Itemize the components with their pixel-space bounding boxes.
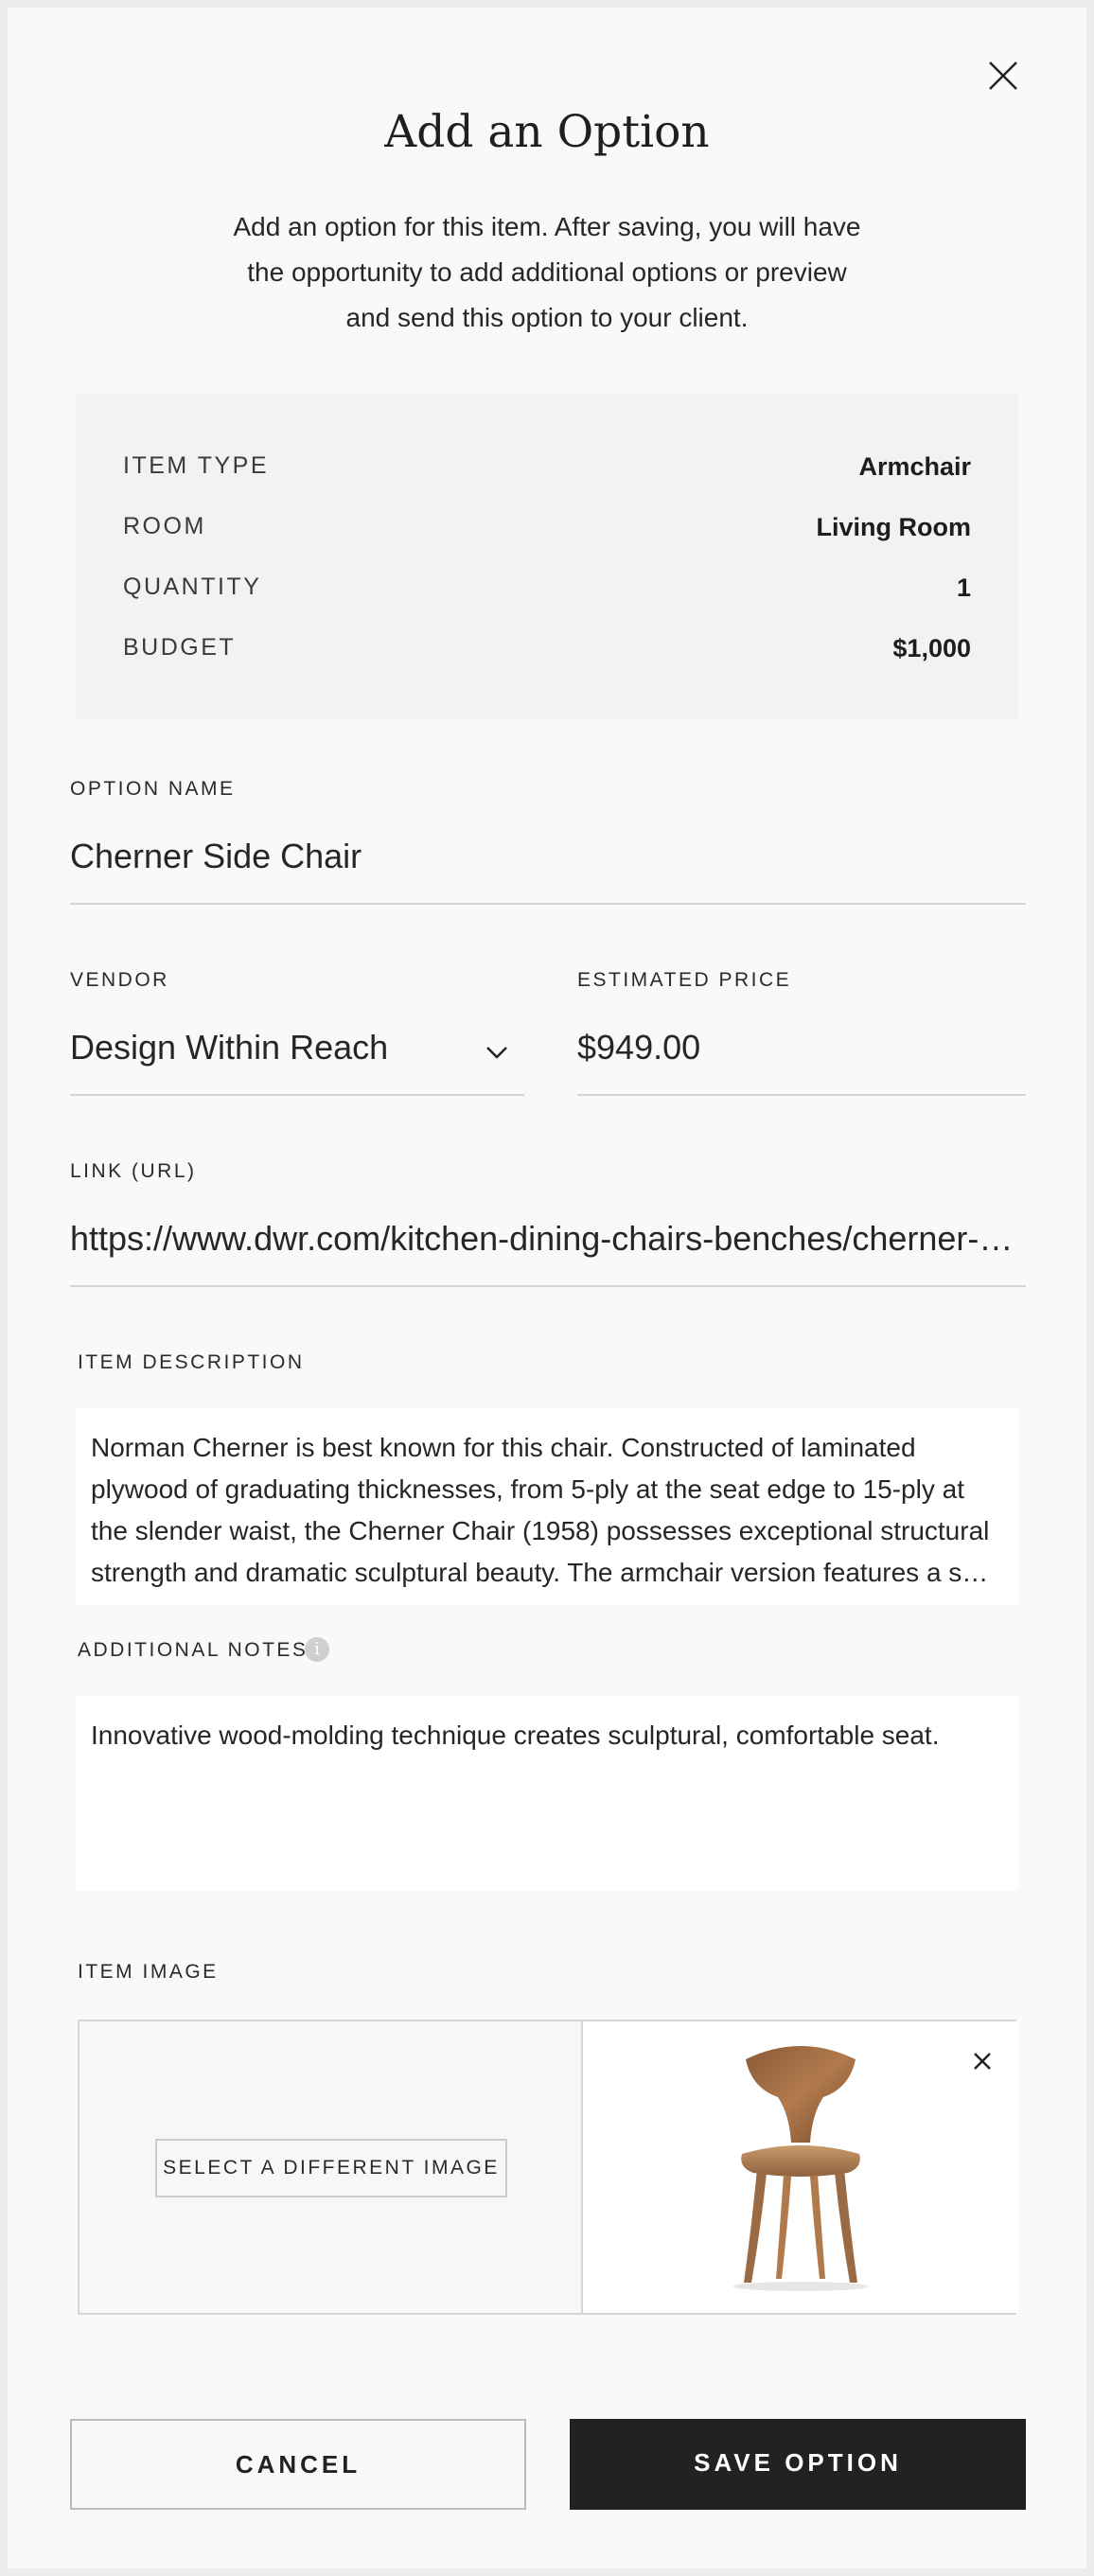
vendor-value: Design Within Reach: [70, 1028, 389, 1067]
summary-value: Armchair: [858, 452, 971, 481]
save-option-button[interactable]: SAVE OPTION: [570, 2419, 1026, 2510]
item-image-preview: [581, 2021, 1018, 2313]
item-image-label: ITEM IMAGE: [78, 1961, 219, 1983]
additional-notes-label: ADDITIONAL NOTES: [78, 1639, 309, 1661]
link-input[interactable]: https://www.dwr.com/kitchen-dining-chair…: [70, 1219, 1026, 1259]
vendor-underline: [70, 1094, 524, 1096]
summary-label: ROOM: [123, 513, 206, 539]
summary-label: ITEM TYPE: [123, 452, 270, 479]
intro-line: the opportunity to add additional option…: [247, 257, 847, 287]
intro-line: Add an option for this item. After savin…: [233, 212, 861, 241]
item-description-textarea[interactable]: Norman Cherner is best known for this ch…: [76, 1408, 1018, 1605]
add-option-dialog: Add an Option Add an option for this ite…: [8, 8, 1086, 2568]
chevron-down-icon[interactable]: [485, 1043, 509, 1062]
summary-row-budget: BUDGET $1,000: [123, 634, 971, 672]
item-summary: ITEM TYPE Armchair ROOM Living Room QUAN…: [76, 394, 1018, 719]
estimated-price-input[interactable]: $949.00: [577, 1028, 1026, 1067]
item-image-box: SELECT A DIFFERENT IMAGE: [78, 2020, 1018, 2315]
item-description-text: Norman Cherner is best known for this ch…: [91, 1427, 1003, 1594]
description-line: Norman Cherner is best known for this ch…: [91, 1433, 916, 1462]
summary-value: Living Room: [816, 513, 972, 541]
cancel-button[interactable]: CANCEL: [70, 2419, 526, 2510]
intro-line: and send this option to your client.: [345, 303, 749, 332]
remove-image-icon[interactable]: [969, 2048, 996, 2074]
option-name-label: OPTION NAME: [70, 778, 236, 800]
summary-value: 1: [956, 573, 971, 602]
link-underline: [70, 1285, 1026, 1287]
description-line: strength and dramatic sculptural beauty.…: [91, 1558, 989, 1587]
dialog-title: Add an Option: [384, 106, 710, 158]
summary-row-quantity: QUANTITY 1: [123, 573, 971, 611]
summary-row-room: ROOM Living Room: [123, 513, 971, 551]
info-icon[interactable]: i: [305, 1637, 329, 1662]
link-label: LINK (URL): [70, 1160, 197, 1182]
summary-row-item-type: ITEM TYPE Armchair: [123, 452, 971, 490]
vendor-label: VENDOR: [70, 969, 169, 991]
option-name-input[interactable]: Cherner Side Chair: [70, 837, 1026, 876]
additional-notes-textarea[interactable]: Innovative wood-molding technique create…: [76, 1696, 1018, 1891]
estimated-price-label: ESTIMATED PRICE: [577, 969, 792, 991]
summary-value: $1,000: [892, 634, 971, 662]
option-name-underline: [70, 903, 1026, 905]
description-line: plywood of graduating thicknesses, from …: [91, 1474, 964, 1504]
vendor-select[interactable]: Design Within Reach: [70, 1028, 524, 1081]
summary-label: BUDGET: [123, 634, 237, 661]
chair-image: [732, 2046, 869, 2291]
estimated-price-underline: [577, 1094, 1026, 1096]
close-icon[interactable]: [984, 57, 1022, 95]
dialog-intro: Add an option for this item. After savin…: [197, 204, 897, 341]
description-line: the slender waist, the Cherner Chair (19…: [91, 1516, 990, 1545]
select-different-image-button[interactable]: SELECT A DIFFERENT IMAGE: [155, 2139, 507, 2197]
item-description-label: ITEM DESCRIPTION: [78, 1351, 305, 1373]
summary-label: QUANTITY: [123, 573, 262, 600]
